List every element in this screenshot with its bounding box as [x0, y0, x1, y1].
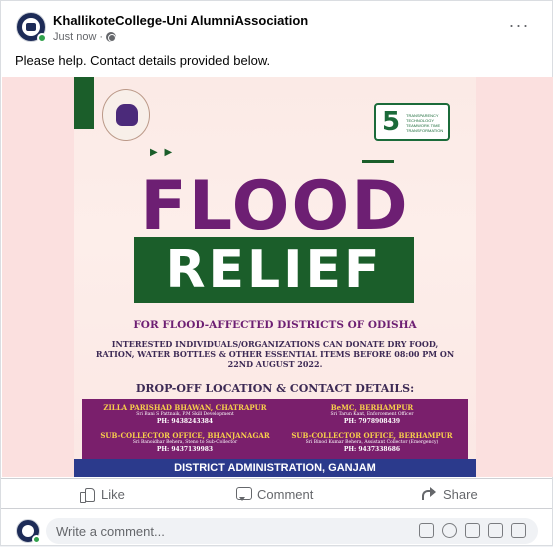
more-options-button[interactable]: ··· [506, 15, 532, 41]
online-status-icon [37, 33, 47, 43]
feed-post: KhallikoteCollege-Uni AlumniAssociation … [0, 0, 553, 546]
thumbs-up-icon [79, 486, 95, 503]
contact-location: BeMC, BERHAMPUR [330, 403, 414, 412]
5t-logo-number: 5 [382, 107, 401, 137]
contact-block: BeMC, BERHAMPUR Sri Tarun Kant, Enforcem… [282, 403, 462, 426]
gif-icon[interactable] [488, 523, 503, 538]
poster-body-line: RATION, WATER BOTTLES & OTHER ESSENTIAL … [95, 349, 455, 359]
poster-image[interactable]: ▲▲▲▲ ▶ ▶ 5 TRANSPARENCY TECHNOLOGY TEAMW… [2, 77, 553, 477]
contact-location: ZILLA PARISHAD BHAWAN, CHATRAPUR [103, 403, 267, 412]
avatar-sticker-icon[interactable] [419, 523, 434, 538]
globe-icon[interactable] [106, 32, 117, 42]
post-action-bar: Like Comment Share [1, 478, 552, 508]
arrow-decoration-icon: ▶ ▶ [150, 147, 175, 158]
post-header: KhallikoteCollege-Uni AlumniAssociation … [1, 1, 552, 47]
poster-footer: DISTRICT ADMINISTRATION, GANJAM [74, 459, 476, 477]
poster-title-flood: FLOOD [140, 167, 410, 246]
lion-emblem-icon [116, 104, 138, 126]
post-timestamp[interactable]: Just now [53, 31, 96, 43]
share-icon [421, 486, 437, 502]
share-button[interactable]: Share [421, 479, 478, 509]
poster-body: INTERESTED INDIVIDUALS/ORGANIZATIONS CAN… [94, 339, 456, 369]
like-button[interactable]: Like [79, 479, 125, 509]
group-name-link[interactable]: KhallikoteCollege-Uni AlumniAssociation [53, 13, 308, 28]
poster-subtitle: FOR FLOOD-AFFECTED DISTRICTS OF ODISHA [133, 319, 417, 331]
meta-separator: · [99, 31, 104, 43]
comment-tools [419, 523, 526, 538]
contact-location: SUB-COLLECTOR OFFICE, BERHAMPUR [291, 431, 453, 440]
contact-phone: PH: 9437338686 [343, 446, 401, 453]
contact-block: SUB-COLLECTOR OFFICE, BHANJANAGAR Sri Ba… [90, 431, 280, 454]
odisha-emblem-icon [102, 89, 150, 141]
contact-phone: PH: 7978908439 [343, 418, 401, 425]
contact-block: ZILLA PARISHAD BHAWAN, CHATRAPUR Sri Ban… [90, 403, 280, 426]
comment-button[interactable]: Comment [235, 479, 313, 509]
comment-bar [1, 508, 552, 547]
emoji-icon[interactable] [442, 523, 457, 538]
contact-phone: PH: 9437139983 [156, 446, 214, 453]
sticker-icon[interactable] [511, 523, 526, 538]
post-meta: Just now · [53, 31, 117, 43]
online-status-icon [32, 535, 41, 544]
relief-banner: RELIEF [134, 237, 414, 303]
contact-location: SUB-COLLECTOR OFFICE, BHANJANAGAR [100, 431, 270, 440]
contact-block: SUB-COLLECTOR OFFICE, BERHAMPUR Sri Bino… [282, 431, 462, 454]
group-logo-icon [22, 18, 40, 36]
contact-phone: PH: 9438243384 [156, 418, 214, 425]
share-label: Share [443, 486, 478, 502]
poster-body-line: 22ND AUGUST 2022. [227, 359, 323, 369]
dropoff-heading: DROP-OFF LOCATION & CONTACT DETAILS: [135, 382, 415, 395]
comment-icon [235, 486, 252, 502]
green-bar-decoration [74, 77, 94, 129]
5t-logo-text: TRANSPARENCY TECHNOLOGY TEAMWORK TIME TR… [406, 113, 444, 133]
poster-body-line: INTERESTED INDIVIDUALS/ORGANIZATIONS CAN… [111, 339, 439, 349]
post-text: Please help. Contact details provided be… [15, 53, 271, 68]
contact-panel: ZILLA PARISHAD BHAWAN, CHATRAPUR Sri Ban… [82, 399, 468, 459]
camera-icon[interactable] [465, 523, 480, 538]
5t-logo: 5 TRANSPARENCY TECHNOLOGY TEAMWORK TIME … [374, 103, 450, 141]
poster-content: ▶ ▶ 5 TRANSPARENCY TECHNOLOGY TEAMWORK T… [74, 77, 476, 477]
comment-label: Comment [257, 486, 314, 502]
like-label: Like [101, 486, 125, 502]
poster-title-relief: RELIEF [165, 240, 383, 300]
dash-decoration [362, 160, 394, 163]
